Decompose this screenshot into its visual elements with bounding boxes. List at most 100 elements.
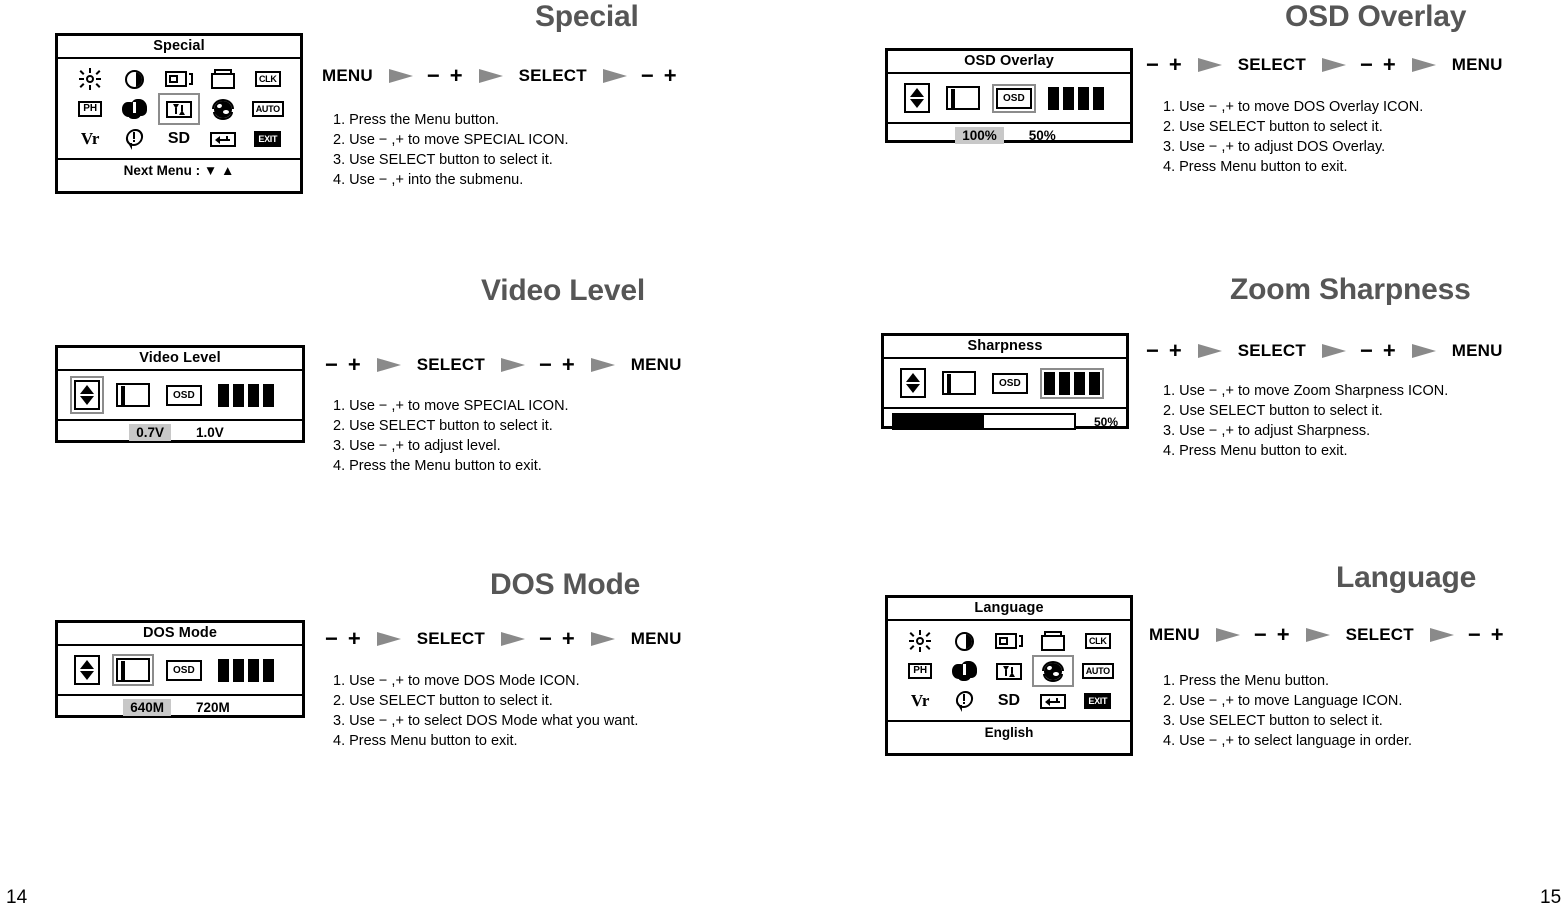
icon-cell-sd[interactable]: SD — [159, 124, 199, 154]
icon-cell-auto[interactable]: AUTO — [248, 94, 288, 124]
seq-plus-label-2[interactable]: + — [562, 352, 577, 378]
icon-cell-sd[interactable]: SD — [989, 686, 1029, 716]
seq-plus-label-2[interactable]: + — [664, 63, 679, 89]
seq-minus-label[interactable]: − — [325, 352, 340, 378]
seq-select-label[interactable]: SELECT — [1236, 55, 1308, 75]
icon-cell-contrast[interactable] — [115, 64, 155, 94]
seq-select-label[interactable]: SELECT — [415, 355, 487, 375]
seq-minus-label[interactable]: − — [1146, 338, 1161, 364]
value-option[interactable]: 720M — [189, 699, 237, 716]
sub-icon-osd[interactable]: OSD — [164, 658, 204, 683]
icon-cell-brightness[interactable] — [70, 64, 110, 94]
icon-cell-globe[interactable] — [203, 94, 243, 124]
sharpness-slider[interactable] — [892, 413, 1076, 430]
sub-icon-screen[interactable] — [114, 381, 152, 409]
seq-plus-label-2[interactable]: + — [1383, 338, 1398, 364]
icon-cell-pincushion-selected[interactable] — [157, 93, 200, 125]
seq-plus-label[interactable]: + — [348, 352, 363, 378]
icon-cell-vr[interactable]: Vr — [70, 124, 110, 154]
seq-menu-label[interactable]: MENU — [1147, 625, 1202, 645]
value-option-selected[interactable]: 640M — [123, 699, 171, 716]
icon-cell-exit[interactable]: EXIT — [1078, 686, 1118, 716]
exit-icon: EXIT — [1084, 693, 1112, 709]
icon-cell-return[interactable] — [203, 124, 243, 154]
seq-menu-label[interactable]: MENU — [629, 629, 684, 649]
sub-icon-screen-selected[interactable] — [112, 654, 154, 686]
icon-cell-ph[interactable]: PH — [70, 94, 110, 124]
seq-minus-label-2[interactable]: − — [1468, 622, 1483, 648]
sharpness-slider-fill — [894, 415, 984, 428]
sub-icon-osd[interactable]: OSD — [990, 371, 1030, 396]
icon-cell-exit[interactable]: EXIT — [248, 124, 288, 154]
seq-minus-label[interactable]: − — [427, 63, 442, 89]
instruction-step: 1. Use − ,+ to move DOS Overlay ICON. — [1163, 99, 1424, 115]
sub-icon-bars[interactable] — [216, 657, 276, 684]
seq-menu-label[interactable]: MENU — [1450, 55, 1505, 75]
icon-cell-clk[interactable]: CLK — [248, 64, 288, 94]
icon-cell-moire[interactable] — [945, 656, 985, 686]
seq-plus-label-2[interactable]: + — [1491, 622, 1506, 648]
icon-cell-h-size[interactable] — [159, 64, 199, 94]
icon-cell-contrast[interactable] — [945, 626, 985, 656]
icon-cell-exclamation[interactable] — [945, 686, 985, 716]
icon-cell-brightness[interactable] — [900, 626, 940, 656]
instruction-step: 4. Use − ,+ into the submenu. — [333, 172, 524, 188]
seq-menu-label[interactable]: MENU — [320, 66, 375, 86]
osd-header-sharpness: Sharpness — [884, 336, 1126, 359]
exclamation-bubble-icon — [954, 690, 975, 712]
sub-icon-bars-selected[interactable] — [1039, 367, 1104, 399]
icon-cell-pincushion[interactable] — [989, 656, 1029, 686]
seq-plus-label[interactable]: + — [1169, 338, 1184, 364]
sub-icon-bars[interactable] — [216, 382, 276, 409]
seq-plus-label[interactable]: + — [348, 626, 363, 652]
seq-plus-label-2[interactable]: + — [1383, 52, 1398, 78]
seq-menu-label[interactable]: MENU — [1450, 341, 1505, 361]
sub-icon-screen[interactable] — [944, 84, 982, 112]
sub-icon-up-down[interactable] — [898, 366, 928, 400]
page-number-right: 15 — [1540, 887, 1562, 908]
seq-select-label[interactable]: SELECT — [1344, 625, 1416, 645]
icon-cell-moire[interactable] — [115, 94, 155, 124]
icon-cell-return[interactable] — [1033, 686, 1073, 716]
section-title-language: Language — [1336, 561, 1477, 594]
value-option[interactable]: 50% — [1022, 127, 1063, 144]
icon-cell-h-size[interactable] — [989, 626, 1029, 656]
icon-cell-vr[interactable]: Vr — [900, 686, 940, 716]
exit-icon: EXIT — [254, 131, 282, 147]
sub-icon-osd-selected[interactable]: OSD — [992, 83, 1036, 113]
seq-plus-label[interactable]: + — [450, 63, 465, 89]
icon-cell-exclamation[interactable] — [115, 124, 155, 154]
seq-menu-label[interactable]: MENU — [629, 355, 684, 375]
value-option[interactable]: 1.0V — [189, 424, 231, 441]
osd-label-icon: OSD — [992, 372, 1028, 394]
seq-minus-label-2[interactable]: − — [641, 63, 656, 89]
sub-icon-up-down[interactable] — [72, 653, 102, 687]
sub-icon-up-down-selected[interactable] — [70, 376, 104, 414]
seq-select-label[interactable]: SELECT — [1236, 341, 1308, 361]
value-option-selected[interactable]: 0.7V — [129, 424, 171, 441]
sub-icon-up-down[interactable] — [902, 81, 932, 115]
seq-minus-label[interactable]: − — [1254, 622, 1269, 648]
icon-cell-ph[interactable]: PH — [900, 656, 940, 686]
seq-minus-label-2[interactable]: − — [539, 626, 554, 652]
icon-cell-clk[interactable]: CLK — [1078, 626, 1118, 656]
value-option-selected[interactable]: 100% — [955, 127, 1004, 144]
seq-select-label[interactable]: SELECT — [415, 629, 487, 649]
icon-cell-v-size[interactable] — [1033, 626, 1073, 656]
seq-minus-label-2[interactable]: − — [539, 352, 554, 378]
sub-icon-osd[interactable]: OSD — [164, 383, 204, 408]
icon-cell-auto[interactable]: AUTO — [1078, 656, 1118, 686]
seq-minus-label[interactable]: − — [1146, 52, 1161, 78]
sub-icon-bars[interactable] — [1046, 85, 1106, 112]
icon-cell-v-size[interactable] — [203, 64, 243, 94]
seq-plus-label[interactable]: + — [1169, 52, 1184, 78]
seq-minus-label-2[interactable]: − — [1360, 338, 1375, 364]
sub-icon-screen[interactable] — [940, 369, 978, 397]
exclamation-bubble-icon — [124, 128, 145, 150]
seq-minus-label[interactable]: − — [325, 626, 340, 652]
seq-plus-label[interactable]: + — [1277, 622, 1292, 648]
seq-plus-label-2[interactable]: + — [562, 626, 577, 652]
icon-cell-globe-selected[interactable] — [1032, 655, 1075, 687]
seq-minus-label-2[interactable]: − — [1360, 52, 1375, 78]
seq-select-label[interactable]: SELECT — [517, 66, 589, 86]
